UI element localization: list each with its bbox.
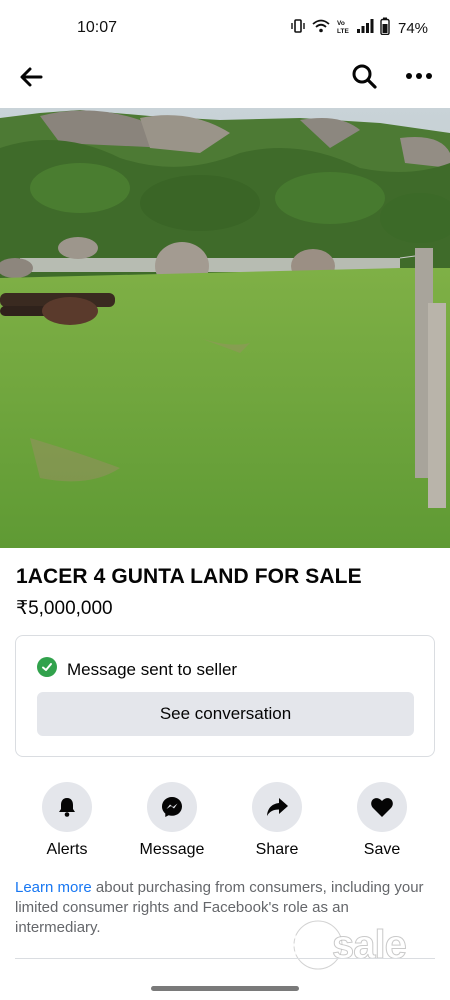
messenger-icon: [162, 797, 182, 817]
message-status-text: Message sent to seller: [67, 660, 238, 679]
section-divider: [15, 958, 435, 959]
top-navigation-bar: [0, 56, 450, 96]
action-row: Alerts Message Share Save: [0, 782, 450, 862]
alerts-button[interactable]: Alerts: [22, 782, 112, 859]
search-button[interactable]: [348, 60, 380, 92]
land-photo-illustration: [0, 108, 450, 548]
see-conversation-button[interactable]: See conversation: [37, 692, 414, 736]
battery-icon: [380, 17, 390, 40]
svg-text:Vo: Vo: [337, 20, 345, 27]
watermark-text: sale: [332, 923, 408, 968]
share-label: Share: [255, 841, 299, 858]
message-button[interactable]: Message: [127, 782, 217, 859]
listing-title: 1ACER 4 GUNTA LAND FOR SALE: [16, 565, 362, 588]
volte-icon: Vo LTE: [336, 18, 350, 39]
bell-icon: [59, 798, 75, 817]
home-indicator-bar[interactable]: [151, 986, 299, 991]
check-circle-icon: [37, 657, 57, 677]
message-label: Message: [139, 841, 205, 858]
wifi-icon: [312, 18, 330, 39]
back-arrow-icon: [20, 67, 43, 87]
more-options-button[interactable]: [402, 60, 436, 92]
vibrate-icon: [290, 18, 306, 39]
share-icon: [267, 798, 288, 816]
status-icons: Vo LTE 74%: [290, 17, 429, 40]
save-button[interactable]: Save: [337, 782, 427, 859]
save-label: Save: [363, 841, 401, 858]
search-icon: [352, 64, 377, 89]
svg-text:LTE: LTE: [337, 28, 349, 34]
listing-price: ₹5,000,000: [16, 598, 113, 619]
status-bar: 10:07 Vo LTE 74%: [0, 0, 450, 56]
battery-percent: 74%: [398, 19, 429, 37]
status-time: 10:07: [77, 19, 118, 36]
heart-icon: [371, 798, 393, 817]
back-button[interactable]: [16, 62, 46, 92]
gsale-watermark-logo: sale: [288, 915, 428, 975]
learn-more-link[interactable]: Learn more: [15, 879, 92, 896]
more-icon: [406, 73, 432, 79]
message-button-circle[interactable]: [147, 782, 197, 832]
alerts-label: Alerts: [46, 841, 88, 858]
share-button-circle[interactable]: [252, 782, 302, 832]
alerts-button-circle[interactable]: [42, 782, 92, 832]
share-button[interactable]: Share: [232, 782, 322, 859]
save-button-circle[interactable]: [357, 782, 407, 832]
message-sent-card: Message sent to seller See conversation: [15, 635, 435, 757]
signal-icon: [356, 18, 374, 39]
listing-photo[interactable]: [0, 108, 450, 548]
